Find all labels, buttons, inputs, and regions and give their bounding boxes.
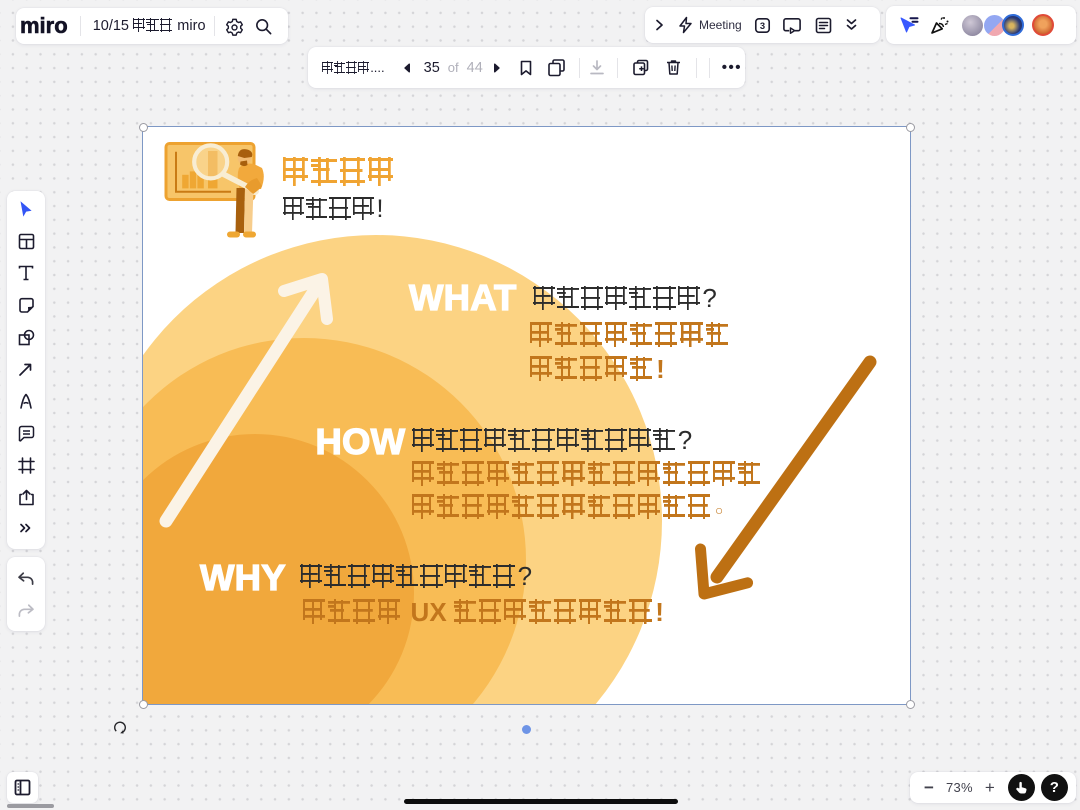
- svg-text:3: 3: [760, 20, 765, 31]
